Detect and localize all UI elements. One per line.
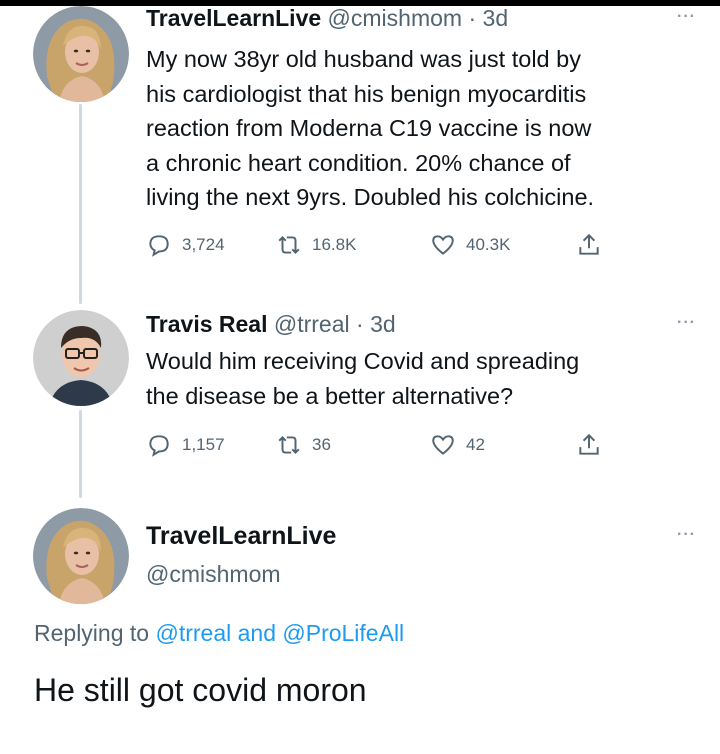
thread-line — [79, 104, 82, 304]
user-handle[interactable]: @cmishmom — [328, 5, 463, 31]
display-name[interactable]: TravelLearnLive — [146, 522, 336, 551]
display-name[interactable]: Travis Real — [146, 311, 267, 337]
timestamp[interactable]: 3d — [483, 5, 509, 31]
tweet-text-line: a chronic heart condition. 20% chance of — [146, 149, 571, 176]
tweet-actions: 3,724 16.8K 40.3K — [146, 232, 616, 262]
share-button[interactable] — [576, 232, 612, 258]
mention-link[interactable]: @ProLifeAll — [282, 620, 404, 646]
thread-line — [79, 410, 82, 498]
retweet-count: 36 — [312, 435, 331, 454]
tweet-text: Would him receiving Covid and spreading … — [146, 344, 706, 413]
user-handle[interactable]: @cmishmom — [146, 561, 281, 588]
more-options-icon[interactable]: ··· — [677, 314, 696, 332]
retweet-button[interactable]: 16.8K — [276, 232, 356, 258]
reply-icon — [149, 435, 169, 457]
reply-count: 1,157 — [182, 435, 225, 454]
replying-and: and — [237, 620, 276, 646]
retweet-icon — [278, 436, 300, 454]
avatar[interactable] — [33, 508, 129, 604]
user-handle[interactable]: @trreal — [274, 311, 350, 337]
reply-button[interactable]: 3,724 — [146, 232, 225, 258]
more-options-icon[interactable]: ··· — [677, 526, 696, 544]
like-count: 40.3K — [466, 235, 511, 254]
share-icon — [579, 233, 599, 255]
tweet-text: My now 38yr old husband was just told by… — [146, 42, 706, 215]
timestamp[interactable]: 3d — [370, 311, 396, 337]
retweet-icon — [278, 236, 300, 254]
tweet-text-line: the disease be a better alternative? — [146, 382, 514, 409]
separator-dot: · — [356, 311, 364, 337]
like-button[interactable]: 42 — [430, 432, 485, 458]
replying-to: Replying to @trreal and @ProLifeAll — [34, 620, 404, 647]
tweet-text-line: his cardiologist that his benign myocard… — [146, 80, 587, 107]
display-name[interactable]: TravelLearnLive — [146, 5, 321, 31]
heart-icon — [432, 235, 454, 255]
reply-button[interactable]: 1,157 — [146, 432, 225, 458]
tweet-text-line: Would him receiving Covid and spreading — [146, 348, 580, 374]
tweet-header: TravelLearnLive @cmishmom · 3d — [146, 4, 508, 32]
share-icon — [579, 433, 599, 455]
heart-icon — [432, 435, 454, 455]
avatar[interactable] — [33, 310, 129, 406]
share-button[interactable] — [576, 432, 612, 458]
tweet-actions: 1,157 36 42 — [146, 432, 616, 462]
reply-count: 3,724 — [182, 235, 225, 254]
like-count: 42 — [466, 435, 485, 454]
more-options-icon[interactable]: ··· — [677, 8, 696, 26]
avatar[interactable] — [33, 6, 129, 102]
tweet-text-line: living the next 9yrs. Doubled his colchi… — [146, 184, 595, 210]
replying-prefix: Replying to — [34, 620, 150, 646]
tweet-text-line: reaction from Moderna C19 vaccine is now — [146, 115, 592, 141]
tweet-text: He still got covid moron — [34, 672, 367, 708]
separator-dot: · — [468, 5, 477, 31]
like-button[interactable]: 40.3K — [430, 232, 510, 258]
tweet-header: Travis Real @trreal · 3d — [146, 310, 396, 338]
retweet-count: 16.8K — [312, 235, 357, 254]
retweet-button[interactable]: 36 — [276, 432, 331, 458]
tweet-text-line: My now 38yr old husband was just told by — [146, 46, 581, 72]
reply-icon — [149, 235, 169, 257]
mention-link[interactable]: @trreal — [155, 620, 231, 646]
